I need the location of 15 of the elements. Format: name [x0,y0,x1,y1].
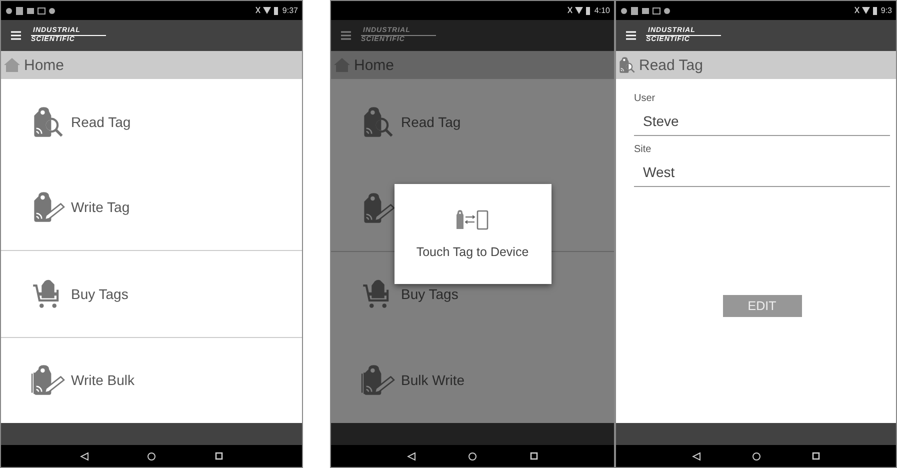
clock-time: 9:37 [282,6,298,15]
clock-time: 9:3 [880,6,892,15]
page-title: Home [354,56,394,74]
menu-item-label: Write Bulk [71,372,135,388]
menu-item-label: Read Tag [71,114,131,130]
menu-item-label: Buy Tags [71,286,128,302]
menu-item-label: Read Tag [401,114,461,130]
clock-time: 4:10 [594,6,610,15]
menu-item-label: Bulk Write [401,372,465,388]
page-title: Home [24,56,64,74]
field-label: User [634,93,656,104]
page-title: Read Tag [639,56,703,74]
field-label: Site [634,144,652,155]
menu-item-label: Write Tag [71,199,130,216]
menu-item-label: Buy Tags [401,286,458,302]
